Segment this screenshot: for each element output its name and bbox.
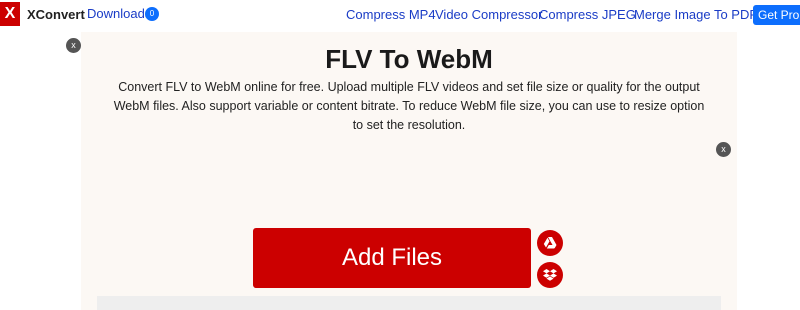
dropbox-button[interactable] [537,262,563,288]
add-files-button[interactable]: Add Files [253,228,531,288]
get-pro-button[interactable]: Get Pro! [753,5,800,25]
nav-link-compress-mp4[interactable]: Compress MP4 [346,7,436,22]
google-drive-icon [543,237,557,249]
nav-link-video-compressor[interactable]: Video Compressor [435,7,542,22]
nav-link-merge-image-to-pdf[interactable]: Merge Image To PDF [634,7,757,22]
close-ad-left-icon[interactable]: x [66,38,81,53]
page-title: FLV To WebM [325,44,493,74]
google-drive-button[interactable] [537,230,563,256]
converter-panel: FLV To WebM Convert FLV to WebM online f… [81,32,737,310]
downloads-link[interactable]: Downloads [87,6,151,21]
brand-name[interactable]: XConvert [27,7,85,22]
page-description: Convert FLV to WebM online for free. Upl… [113,80,705,132]
xconvert-logo-icon[interactable]: X [0,2,20,26]
close-ad-right-icon[interactable]: x [716,142,731,157]
downloads-count-badge: 0 [145,7,159,21]
options-area [97,296,721,310]
nav-link-compress-jpeg[interactable]: Compress JPEG [539,7,636,22]
dropbox-icon [543,269,557,281]
top-navbar: X XConvert Downloads 0 Compress MP4 Vide… [0,0,800,30]
